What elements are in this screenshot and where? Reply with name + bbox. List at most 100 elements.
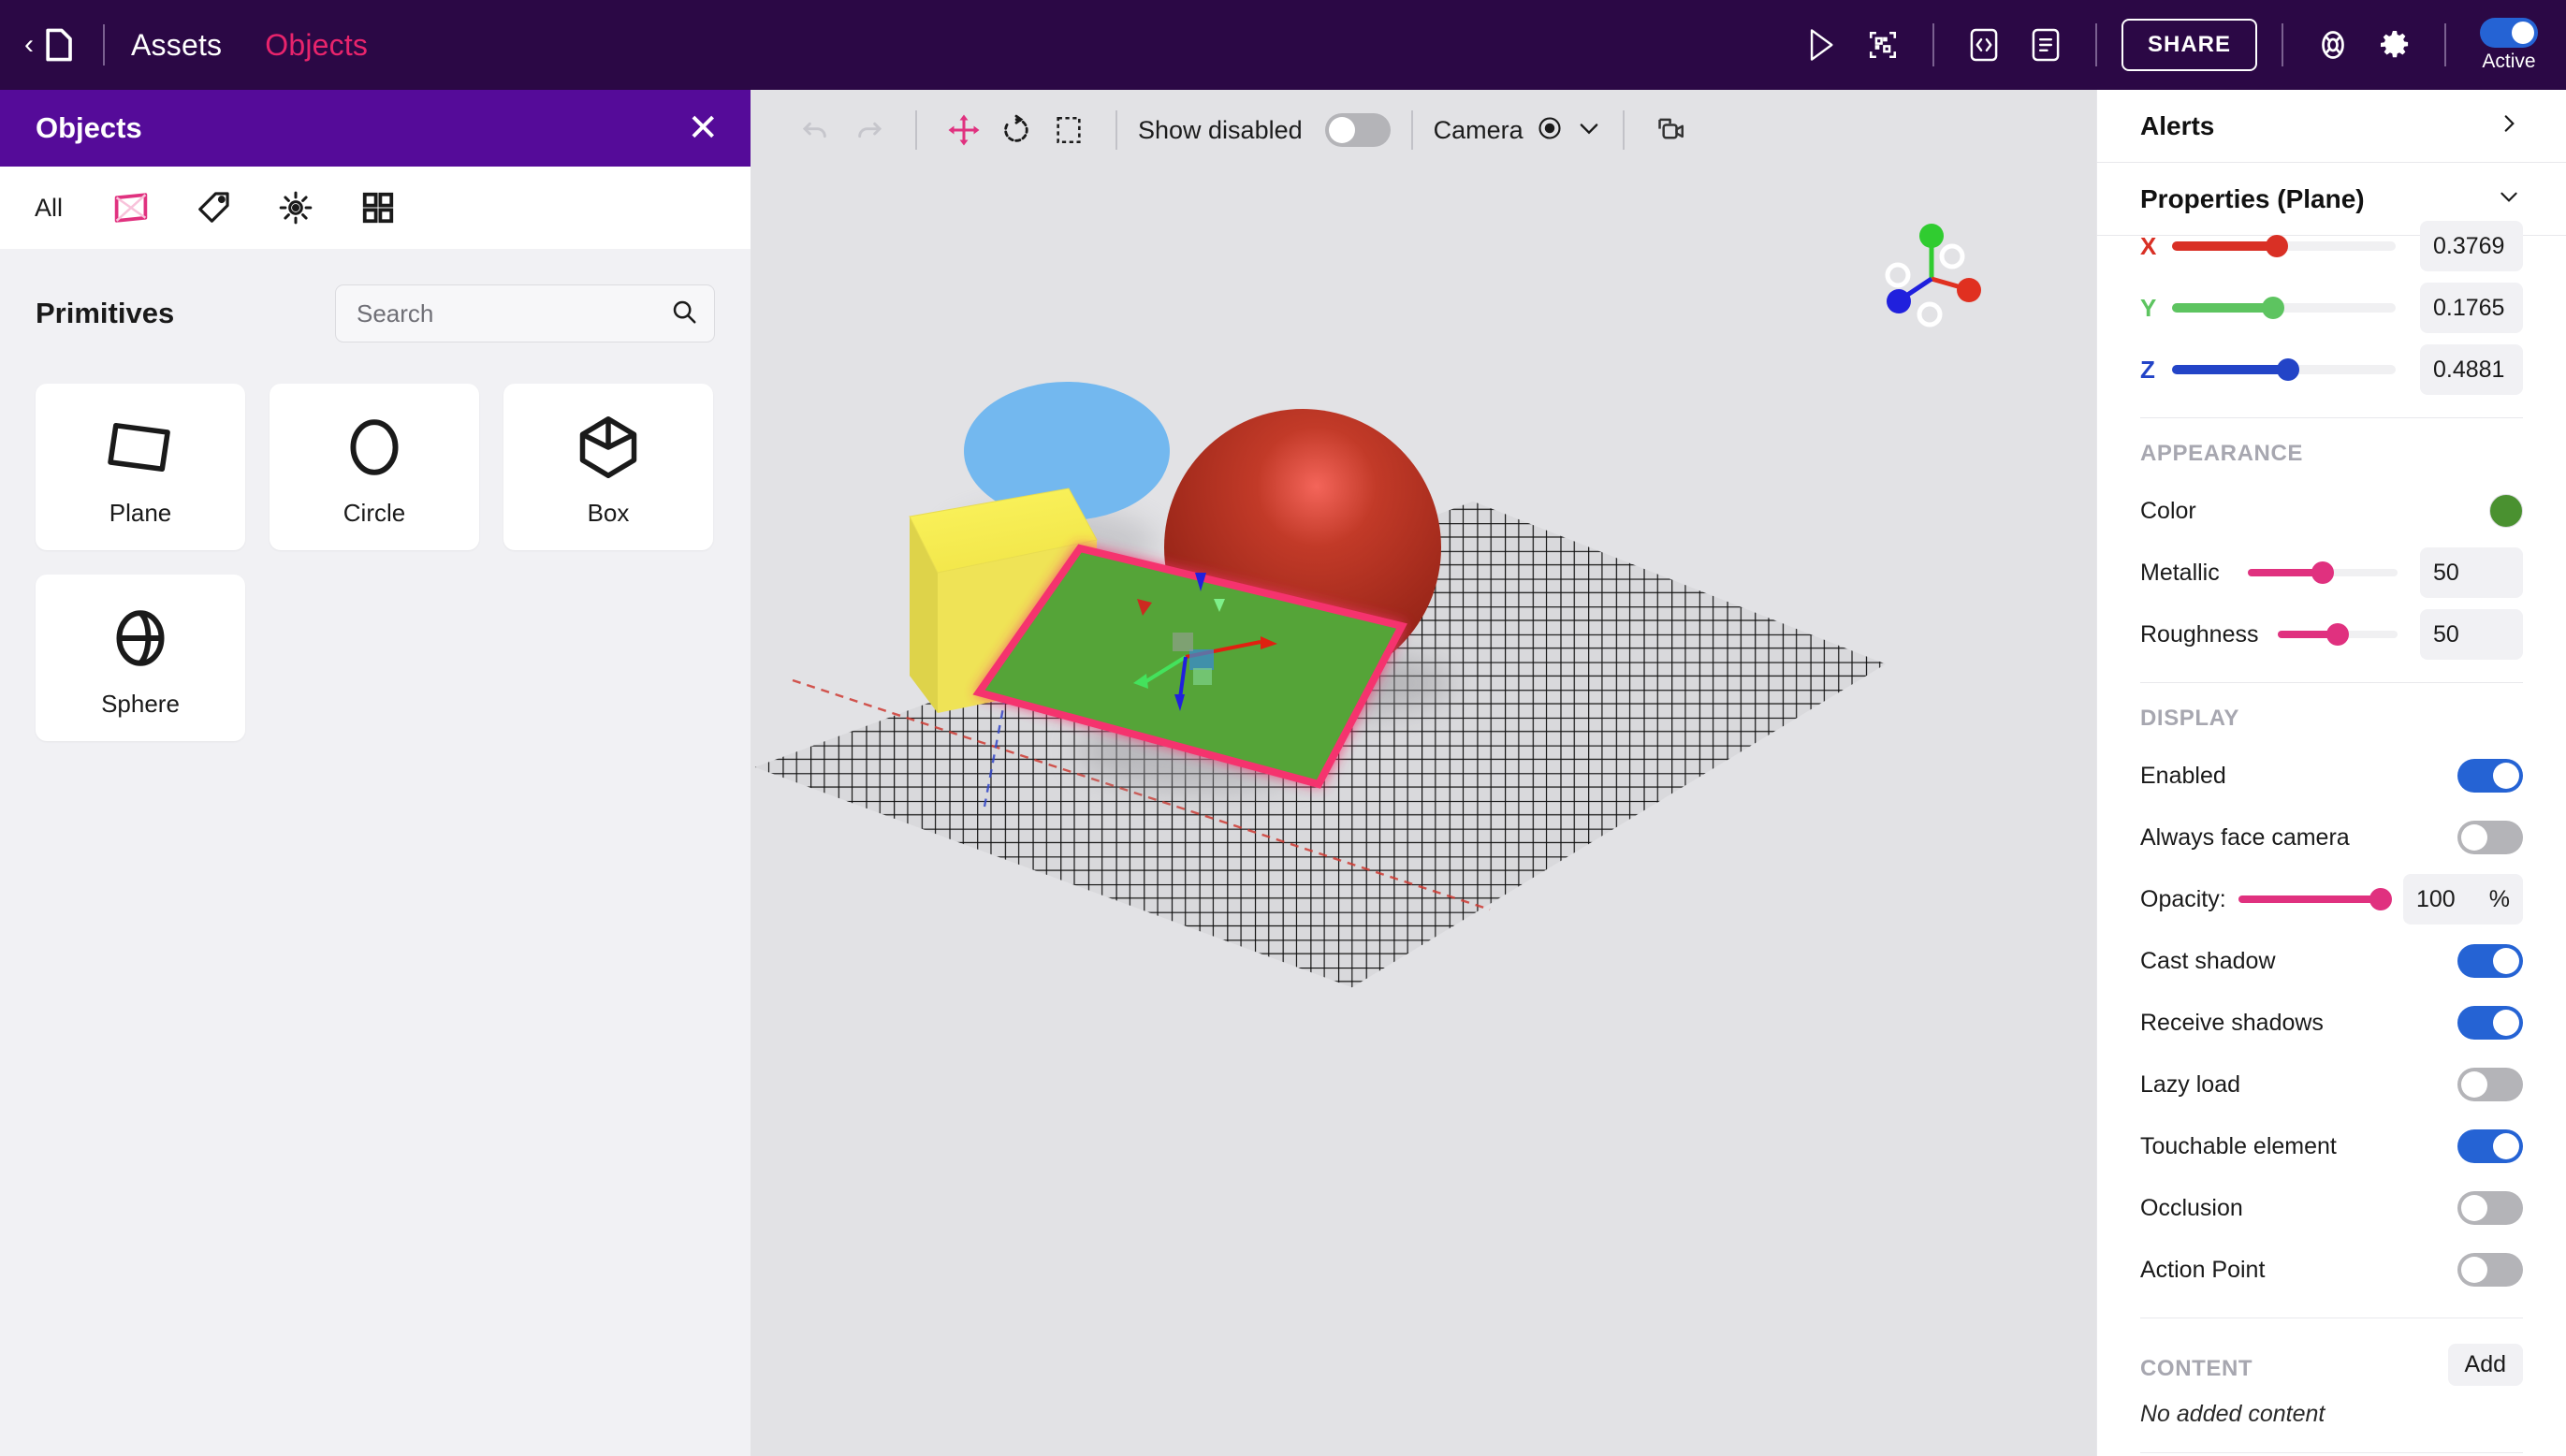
display-row-lazy-load: Lazy load bbox=[2097, 1054, 2566, 1115]
top-bar-separator-3 bbox=[2282, 23, 2283, 66]
grid-icon[interactable] bbox=[357, 182, 399, 234]
opacity-slider[interactable] bbox=[2238, 888, 2392, 910]
add-content-button[interactable]: Add bbox=[2447, 1343, 2523, 1386]
chevron-left-icon[interactable]: ‹ bbox=[24, 31, 34, 59]
duplicate-camera-icon[interactable] bbox=[1645, 104, 1698, 156]
display-row-always-face-camera: Always face camera bbox=[2097, 807, 2566, 868]
action-point-toggle[interactable] bbox=[2457, 1253, 2523, 1287]
chevron-right-icon[interactable] bbox=[2497, 111, 2521, 140]
top-bar-divider bbox=[103, 24, 105, 66]
help-icon[interactable] bbox=[2302, 14, 2364, 76]
move-tool-icon[interactable] bbox=[938, 104, 990, 156]
chevron-down-icon[interactable] bbox=[1576, 115, 1602, 146]
section-divider-2 bbox=[2140, 682, 2523, 683]
plane-icon bbox=[105, 407, 176, 488]
breadcrumb-objects[interactable]: Objects bbox=[265, 28, 368, 63]
properties-title: Properties (Plane) bbox=[2140, 183, 2365, 213]
active-toggle[interactable] bbox=[2480, 17, 2538, 48]
appearance-section-label: APPEARANCE bbox=[2140, 441, 2304, 466]
roughness-slider[interactable] bbox=[2278, 623, 2398, 646]
top-bar: ‹ Assets Objects SHARE Active bbox=[0, 0, 2566, 90]
enabled-label: Enabled bbox=[2140, 762, 2226, 789]
primitive-card-circle[interactable]: Circle bbox=[270, 384, 479, 550]
opacity-value: 100 bbox=[2416, 885, 2456, 912]
primitive-card-sphere[interactable]: Sphere bbox=[36, 575, 245, 741]
primitive-card-box[interactable]: Box bbox=[503, 384, 713, 550]
cast-shadow-toggle[interactable] bbox=[2457, 944, 2523, 978]
top-bar-separator-2 bbox=[2094, 23, 2097, 66]
primitive-card-plane[interactable]: Plane bbox=[36, 384, 245, 550]
nav-gizmo[interactable] bbox=[1875, 217, 1997, 339]
opacity-value-box[interactable]: 100 % bbox=[2403, 874, 2523, 925]
always-face-camera-toggle[interactable] bbox=[2457, 821, 2523, 854]
always-face-camera-label: Always face camera bbox=[2140, 823, 2350, 851]
touchable-element-toggle[interactable] bbox=[2457, 1129, 2523, 1163]
chevron-down-icon[interactable] bbox=[2497, 184, 2521, 213]
metallic-value[interactable]: 50 bbox=[2420, 547, 2523, 598]
axis-value-y[interactable]: 0.1765 bbox=[2420, 283, 2523, 333]
alerts-section-header[interactable]: Alerts bbox=[2097, 90, 2566, 163]
roughness-label: Roughness bbox=[2140, 620, 2259, 648]
axis-slider-x[interactable] bbox=[2172, 235, 2396, 257]
search-icon[interactable] bbox=[670, 298, 698, 330]
share-button[interactable]: SHARE bbox=[2121, 19, 2257, 71]
undo-icon[interactable] bbox=[790, 104, 842, 156]
scale-tool-icon[interactable] bbox=[1042, 104, 1095, 156]
axis-value-x[interactable]: 0.3769 bbox=[2420, 221, 2523, 271]
occlusion-toggle[interactable] bbox=[2457, 1191, 2523, 1225]
display-row-opacity: Opacity: 100 % bbox=[2097, 868, 2566, 930]
enabled-toggle[interactable] bbox=[2457, 759, 2523, 793]
objects-panel-title: Objects bbox=[36, 111, 142, 144]
axis-slider-z[interactable] bbox=[2172, 358, 2396, 381]
qr-code-icon[interactable] bbox=[1852, 14, 1914, 76]
properties-body: X 0.3769 Y 0.1765 Z 0.4881 APPEARANCE Co… bbox=[2097, 215, 2566, 1453]
primitive-label: Sphere bbox=[101, 689, 180, 718]
tab-all[interactable]: All bbox=[28, 182, 69, 234]
display-row-enabled: Enabled bbox=[2097, 745, 2566, 807]
tag-icon[interactable] bbox=[193, 182, 234, 234]
close-icon[interactable]: ✕ bbox=[687, 109, 719, 147]
light-icon[interactable] bbox=[275, 182, 316, 234]
metallic-label: Metallic bbox=[2140, 559, 2220, 586]
viewport-toolbar-separator-2 bbox=[1115, 110, 1117, 150]
search-box[interactable] bbox=[335, 284, 715, 342]
content-empty-text: No added content bbox=[2140, 1401, 2325, 1427]
viewport-toolbar-separator bbox=[915, 110, 917, 150]
document-icon[interactable] bbox=[2015, 14, 2077, 76]
breadcrumb-assets[interactable]: Assets bbox=[131, 28, 222, 63]
primitive-label: Circle bbox=[343, 498, 406, 527]
objects-panel: Objects ✕ All Primitives Search Plane Ci… bbox=[0, 90, 751, 1456]
lazy-load-label: Lazy load bbox=[2140, 1070, 2241, 1098]
primitives-grid: Plane Circle Box Sphere bbox=[36, 384, 715, 741]
axis-value-z[interactable]: 0.4881 bbox=[2420, 344, 2523, 395]
viewport-3d-scene[interactable] bbox=[751, 170, 2096, 1456]
axis-slider-y[interactable] bbox=[2172, 297, 2396, 319]
primitives-header: Primitives bbox=[36, 284, 715, 342]
play-icon[interactable] bbox=[1790, 14, 1852, 76]
opacity-unit: % bbox=[2488, 885, 2510, 912]
search-input[interactable] bbox=[357, 298, 670, 328]
code-icon[interactable] bbox=[1953, 14, 2015, 76]
show-disabled-toggle[interactable] bbox=[1324, 113, 1391, 147]
receive-shadows-toggle[interactable] bbox=[2457, 1006, 2523, 1040]
content-section-header: CONTENT Add bbox=[2097, 1335, 2566, 1393]
folder-icon[interactable] bbox=[39, 24, 80, 66]
appearance-roughness-row: Roughness 50 bbox=[2097, 604, 2566, 665]
show-disabled-label: Show disabled bbox=[1138, 115, 1303, 144]
gear-icon[interactable] bbox=[2364, 14, 2426, 76]
metallic-slider[interactable] bbox=[2248, 561, 2398, 584]
roughness-value[interactable]: 50 bbox=[2420, 609, 2523, 660]
scene-canvas[interactable] bbox=[751, 170, 2096, 1456]
app-root: ‹ Assets Objects SHARE Active Objects ✕ … bbox=[0, 0, 2566, 1456]
redo-icon[interactable] bbox=[842, 104, 895, 156]
color-swatch[interactable] bbox=[2489, 494, 2523, 528]
viewport[interactable]: Show disabled Camera bbox=[751, 90, 2096, 1456]
tab-primitives[interactable] bbox=[110, 182, 152, 234]
rotate-tool-icon[interactable] bbox=[990, 104, 1042, 156]
active-toggle-label: Active bbox=[2482, 50, 2536, 72]
sphere-icon bbox=[111, 598, 169, 678]
display-row-occlusion: Occlusion bbox=[2097, 1177, 2566, 1239]
camera-dropdown[interactable]: Camera bbox=[1434, 115, 1602, 146]
content-section-label: CONTENT bbox=[2140, 1356, 2253, 1381]
lazy-load-toggle[interactable] bbox=[2457, 1068, 2523, 1101]
